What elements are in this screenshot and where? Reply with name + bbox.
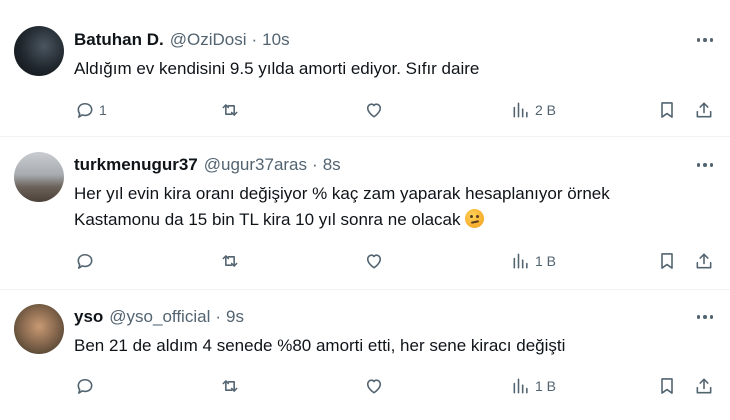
- avatar[interactable]: [14, 304, 64, 354]
- tweet-header: yso @yso_official · 9s: [74, 307, 244, 327]
- like-icon: [366, 379, 382, 394]
- views-icon: [513, 102, 528, 118]
- tweet[interactable]: yso @yso_official · 9s Ben 21 de aldım 4…: [0, 290, 730, 420]
- tweet-actions: 1 2 B: [0, 98, 730, 122]
- tweet-header: Batuhan D. @OziDosi · 10s: [74, 30, 290, 50]
- display-name[interactable]: yso: [74, 307, 103, 327]
- tweet[interactable]: turkmenugur37 @ugur37aras · 8s Her yıl e…: [0, 137, 730, 289]
- tweet-actions: 1 B: [0, 249, 730, 273]
- user-handle[interactable]: @yso_official: [109, 307, 210, 327]
- views-icon: [513, 378, 528, 394]
- retweet-button[interactable]: [220, 374, 240, 398]
- retweet-icon: [222, 104, 238, 116]
- reply-button[interactable]: 1: [75, 98, 107, 122]
- reply-icon: [77, 102, 93, 118]
- more-icon[interactable]: [694, 308, 716, 326]
- tweet-text: Ben 21 de aldım 4 senede %80 amorti etti…: [74, 333, 704, 359]
- separator-dot: ·: [215, 307, 222, 326]
- bookmark-icon: [661, 102, 673, 118]
- share-button[interactable]: [694, 98, 714, 122]
- more-icon[interactable]: [694, 156, 716, 174]
- share-button[interactable]: [694, 249, 714, 273]
- like-icon: [366, 254, 382, 269]
- like-button[interactable]: [364, 98, 384, 122]
- views-count: 1 B: [535, 378, 557, 394]
- share-icon: [696, 378, 712, 394]
- tweet-actions: 1 B: [0, 374, 730, 398]
- reply-feed: Batuhan D. @OziDosi · 10s Aldığım ev ken…: [0, 0, 730, 420]
- tweet-text-line: Aldığım ev kendisini 9.5 yılda amorti ed…: [74, 59, 480, 78]
- timestamp[interactable]: 9s: [226, 307, 244, 327]
- like-button[interactable]: [364, 374, 384, 398]
- retweet-button[interactable]: [220, 98, 240, 122]
- reply-count: 1: [99, 102, 107, 118]
- tweet-text-line-2: Kastamonu da 15 bin TL kira 10 yıl sonra…: [74, 210, 461, 229]
- user-handle[interactable]: @ugur37aras: [204, 155, 307, 175]
- tweet-header: turkmenugur37 @ugur37aras · 8s: [74, 155, 341, 175]
- share-icon: [696, 102, 712, 118]
- like-button[interactable]: [364, 249, 384, 273]
- tweet-text-line: Her yıl evin kira oranı değişiyor % kaç …: [74, 184, 610, 203]
- user-handle[interactable]: @OziDosi: [170, 30, 247, 50]
- bookmark-button[interactable]: [657, 249, 677, 273]
- tweet-text: Her yıl evin kira oranı değişiyor % kaç …: [74, 181, 704, 233]
- bookmark-button[interactable]: [657, 374, 677, 398]
- reply-button[interactable]: [75, 374, 99, 398]
- separator-dot: ·: [251, 30, 258, 49]
- reply-icon: [77, 378, 93, 394]
- retweet-icon: [222, 255, 238, 267]
- share-button[interactable]: [694, 374, 714, 398]
- thinking-face-emoji: [464, 209, 484, 228]
- more-icon[interactable]: [694, 31, 716, 49]
- tweet-text-line: Ben 21 de aldım 4 senede %80 amorti etti…: [74, 336, 566, 355]
- retweet-button[interactable]: [220, 249, 240, 273]
- views-button[interactable]: 2 B: [511, 98, 556, 122]
- views-button[interactable]: 1 B: [511, 249, 556, 273]
- avatar[interactable]: [14, 26, 64, 76]
- tweet-text-line: Kastamonu da 15 bin TL kira 10 yıl sonra…: [74, 207, 704, 233]
- timestamp[interactable]: 8s: [323, 155, 341, 175]
- separator-dot: ·: [312, 155, 318, 174]
- views-count: 2 B: [535, 102, 557, 118]
- bookmark-icon: [661, 253, 673, 269]
- avatar[interactable]: [14, 152, 64, 202]
- display-name[interactable]: turkmenugur37: [74, 155, 198, 175]
- tweet-text: Aldığım ev kendisini 9.5 yılda amorti ed…: [74, 56, 704, 82]
- retweet-icon: [222, 380, 238, 392]
- share-icon: [696, 253, 712, 269]
- views-icon: [513, 253, 528, 269]
- like-icon: [366, 103, 382, 118]
- views-button[interactable]: 1 B: [511, 374, 556, 398]
- reply-button[interactable]: [75, 249, 99, 273]
- display-name[interactable]: Batuhan D.: [74, 30, 164, 50]
- bookmark-button[interactable]: [657, 98, 677, 122]
- views-count: 1 B: [535, 253, 557, 269]
- reply-icon: [77, 253, 93, 269]
- timestamp[interactable]: 10s: [262, 30, 289, 50]
- tweet[interactable]: Batuhan D. @OziDosi · 10s Aldığım ev ken…: [0, 0, 730, 136]
- bookmark-icon: [661, 378, 673, 394]
